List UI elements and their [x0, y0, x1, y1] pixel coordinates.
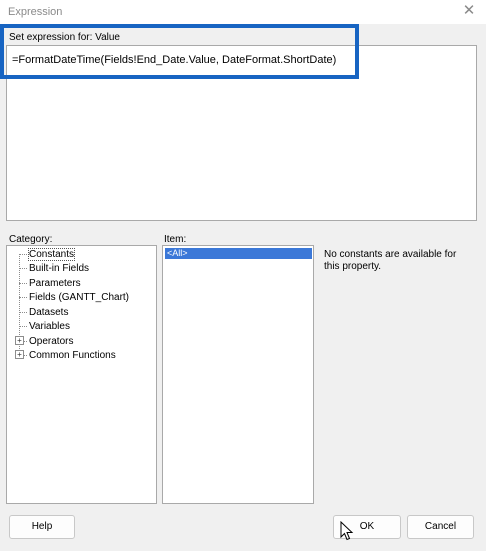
list-item-all[interactable]: <All>: [165, 248, 312, 259]
expand-plus-icon[interactable]: +: [15, 336, 24, 345]
tree-connector: [19, 254, 27, 255]
help-button[interactable]: Help: [9, 515, 75, 539]
tree-connector: [19, 312, 27, 313]
window-title: Expression: [8, 6, 63, 18]
item-list[interactable]: <All>: [162, 245, 314, 504]
category-item-constants[interactable]: Constants: [27, 248, 76, 261]
expand-plus-icon[interactable]: +: [15, 350, 24, 359]
category-label: Category:: [9, 234, 53, 245]
tree-connector: [19, 326, 27, 327]
category-item-parameters[interactable]: Parameters: [29, 278, 81, 289]
description-text: No constants are available for this prop…: [324, 249, 457, 272]
category-item-built-in-fields[interactable]: Built-in Fields: [29, 263, 89, 274]
tree-connector: [19, 268, 27, 269]
mouse-pointer-icon: [340, 521, 354, 541]
category-item-fields[interactable]: Fields (GANTT_Chart): [29, 292, 129, 303]
category-item-operators[interactable]: Operators: [29, 336, 73, 347]
close-icon[interactable]: ✕: [460, 2, 478, 20]
category-item-datasets[interactable]: Datasets: [29, 307, 68, 318]
category-item-common-functions[interactable]: Common Functions: [29, 350, 116, 361]
item-label: Item:: [164, 234, 187, 245]
category-tree[interactable]: Constants Built-in Fields Parameters Fie…: [6, 245, 157, 504]
cancel-button[interactable]: Cancel: [407, 515, 474, 539]
tree-connector: [19, 297, 27, 298]
category-item-variables[interactable]: Variables: [29, 321, 70, 332]
title-bar: Expression ✕: [0, 0, 486, 24]
highlight-annotation-box: [0, 24, 359, 79]
tree-connector: [19, 283, 27, 284]
